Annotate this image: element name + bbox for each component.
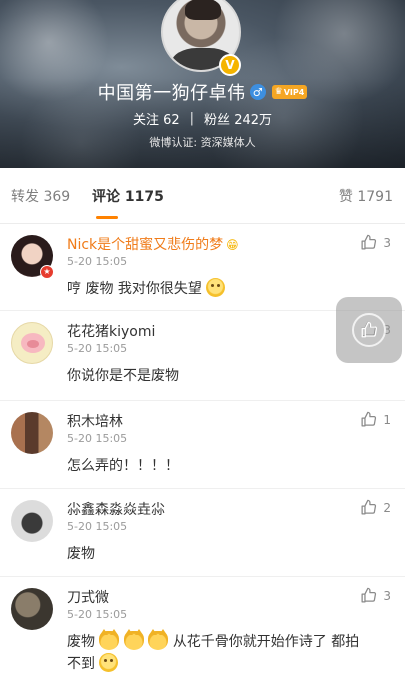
commenter-avatar[interactable] [11,412,53,454]
following-stat[interactable]: 关注 62 [133,109,180,128]
commenter-name: Nick是个甜蜜又悲伤的梦 [67,237,224,253]
comment-time: 5-20 15:05 [67,432,128,445]
commenter-avatar[interactable] [11,500,53,542]
comment-time: 5-20 15:05 [67,255,128,268]
stats-separator: | [189,110,195,126]
thumbs-up-icon [361,499,377,515]
tab-comments[interactable]: 评论 1175 [92,186,164,206]
member-badge-icon: ★ [40,265,54,279]
comment-time: 5-20 15:05 [67,520,128,533]
comment-item: 刀式微 5-20 15:05 废物 从花千骨你就开始作诗了 都拍 不到 3 [0,577,405,690]
tab-bar: 转发 369 评论 1175 赞 1791 [0,168,405,224]
like-button[interactable]: 2 [360,499,391,516]
comment-time: 5-20 15:05 [67,608,128,621]
thumbs-up-icon [361,234,377,250]
comment-text: 废物 [67,546,95,562]
commenter-name-row[interactable]: Nick是个甜蜜又悲伤的梦 😁 [67,234,239,254]
comment-text-part: 废物 [67,634,95,650]
comment-text-row: 哼 废物 我对你很失望 [67,278,387,300]
profile-stats: 关注 62 | 粉丝 242万 [0,108,405,128]
like-count: 3 [383,235,391,250]
commenter-avatar[interactable] [11,322,53,364]
thumbs-up-icon [361,411,377,427]
like-count: 1 [383,412,391,427]
following-label: 关注 [132,112,159,128]
commenter-name[interactable]: 积木培林 [67,411,123,431]
thumbs-up-icon [361,321,378,338]
comment-text: 你说你是不是废物 [67,368,179,384]
tab-likes[interactable]: 赞 1791 [339,186,393,206]
cat-emoji-icon [123,629,144,650]
followers-count: 242万 [234,112,273,128]
commenter-name[interactable]: 花花猪kiyomi [67,321,155,341]
comment-time: 5-20 15:05 [67,342,128,355]
male-icon: ♂ [249,84,266,100]
vip-label: VIP4 [283,87,305,97]
comment-item: 尛鑫森淼焱垚尛 5-20 15:05 废物 2 [0,489,405,577]
commenter-name[interactable]: 刀式微 [67,587,109,607]
verification-text: 微博认证: 资深媒体人 [149,136,256,149]
smile-emoji-icon [206,278,226,297]
verified-badge-icon: V [219,54,241,76]
like-count: 2 [383,500,391,515]
floating-button-ring [352,313,386,347]
grinning-emoji-icon: 😁 [226,238,239,252]
cat-emoji-icon [148,629,169,650]
profile-header: V 中国第一狗仔卓伟 ♂ ♛ VIP4 关注 62 | 粉丝 242万 微博认证… [0,0,405,168]
comment-text-part: 不到 [67,656,95,672]
commenter-avatar[interactable] [11,588,53,630]
vip-badge[interactable]: ♛ VIP4 [271,85,308,99]
comment-text-block: 废物 从花千骨你就开始作诗了 都拍 不到 [67,629,387,675]
profile-name: 中国第一狗仔卓伟 [97,83,246,104]
like-count: 3 [383,588,391,603]
avatar-hair [185,0,221,20]
comment-text: 怎么弄的！！！！ [67,458,179,474]
tab-repost[interactable]: 转发 369 [11,186,70,206]
followers-stat[interactable]: 粉丝 242万 [204,109,272,128]
comment-text-part: 从花千骨你就开始作诗了 都拍 [172,634,360,650]
profile-name-row: 中国第一狗仔卓伟 ♂ ♛ VIP4 [0,80,405,104]
smile-emoji-icon [99,653,119,672]
like-button[interactable]: 3 [360,234,391,251]
active-tab-indicator [96,216,118,219]
like-button[interactable]: 1 [360,411,391,428]
thumbs-up-icon [361,587,377,603]
pig-nose [27,340,39,348]
comment-item: 积木培林 5-20 15:05 怎么弄的！！！！ 1 [0,401,405,489]
floating-like-button[interactable] [336,297,402,363]
like-button[interactable]: 3 [360,587,391,604]
crown-icon: ♛ [274,87,283,97]
cat-emoji-icon [99,629,120,650]
following-count: 62 [163,112,180,128]
comment-text: 哼 废物 我对你很失望 [67,281,202,297]
followers-label: 粉丝 [204,112,231,128]
commenter-name[interactable]: 尛鑫森淼焱垚尛 [67,499,165,519]
